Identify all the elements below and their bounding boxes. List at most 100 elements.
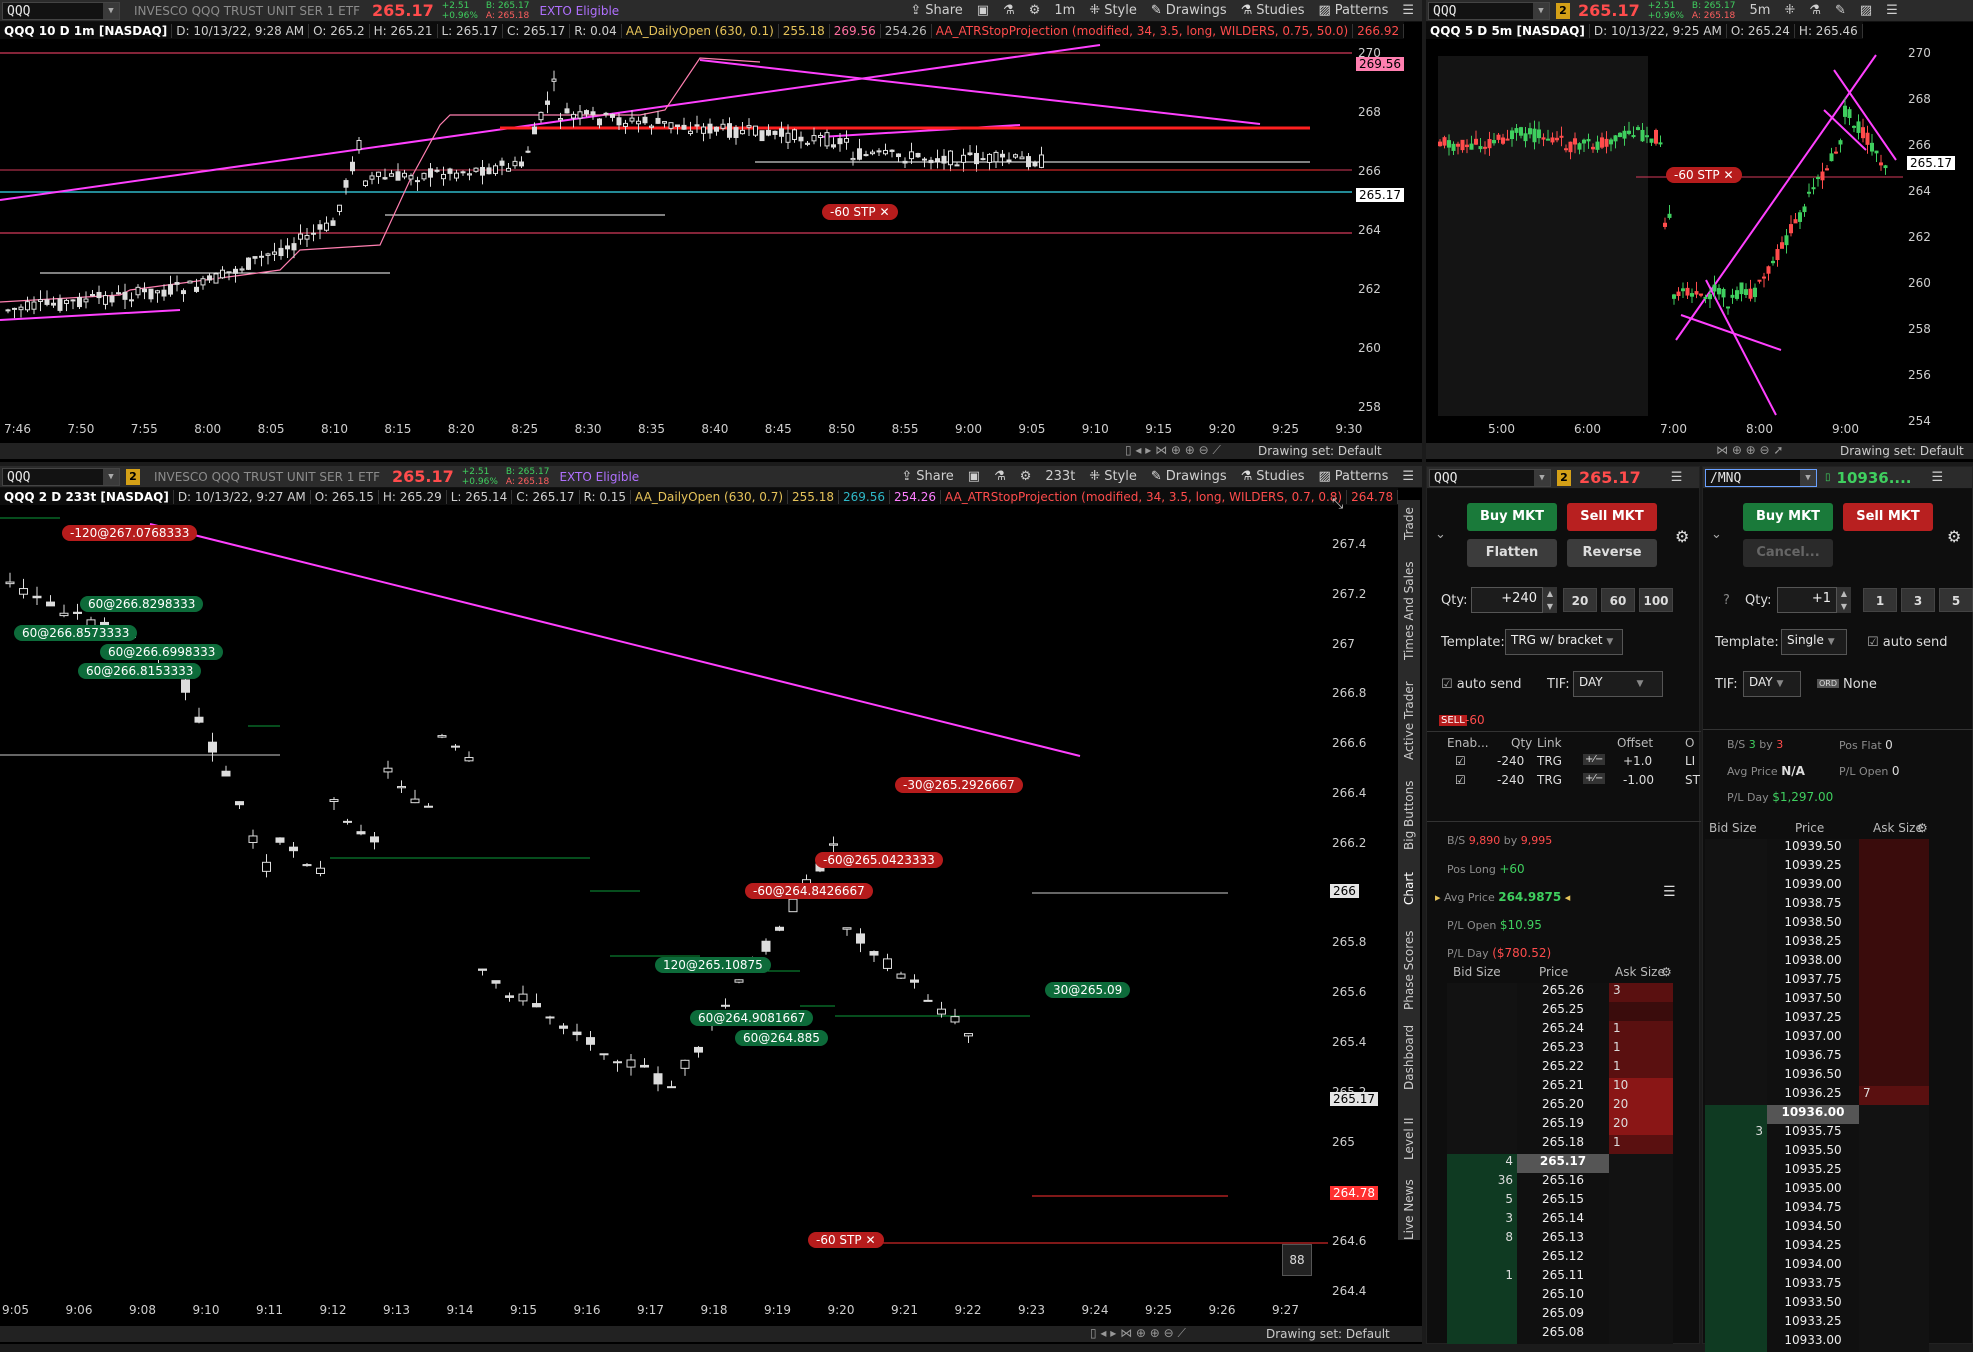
ask-size-cell[interactable] bbox=[1859, 1143, 1929, 1162]
bid-size-cell[interactable] bbox=[1705, 1105, 1767, 1124]
ladder-row[interactable]: 265.10 bbox=[1447, 1287, 1673, 1306]
drawings-button[interactable]: ✎ Drawings bbox=[1151, 3, 1227, 18]
ladder-row[interactable]: 265.08 bbox=[1447, 1325, 1673, 1344]
qty-field[interactable]: +1 bbox=[1777, 587, 1837, 613]
price-cell[interactable]: 10934.75 bbox=[1767, 1200, 1859, 1219]
chart-1m-plot[interactable] bbox=[0, 40, 1352, 420]
price-cell[interactable]: 265.25 bbox=[1517, 1002, 1609, 1021]
ask-size-cell[interactable] bbox=[1859, 1162, 1929, 1181]
qty-preset-button[interactable]: 100 bbox=[1639, 588, 1673, 612]
checkbox-checked-icon[interactable]: ☑ bbox=[1455, 773, 1466, 787]
ladder-row[interactable]: 10936.00 bbox=[1705, 1105, 1929, 1124]
price-cell[interactable]: 265.11 bbox=[1517, 1268, 1609, 1287]
ladder-row[interactable]: 4 265.17 bbox=[1447, 1154, 1673, 1173]
ladder-row[interactable]: 3 265.14 bbox=[1447, 1211, 1673, 1230]
price-cell[interactable]: 265.19 bbox=[1517, 1116, 1609, 1135]
price-cell[interactable]: 10938.75 bbox=[1767, 896, 1859, 915]
ask-size-cell[interactable] bbox=[1609, 1173, 1673, 1192]
gear-icon[interactable]: ⚙ bbox=[1029, 3, 1041, 18]
ask-size-cell[interactable] bbox=[1859, 972, 1929, 991]
bid-size-cell[interactable] bbox=[1705, 934, 1767, 953]
interval-button[interactable]: 1m bbox=[1054, 3, 1075, 18]
symbol-selector[interactable]: QQQ ▼ bbox=[1428, 1, 1550, 20]
ask-size-cell[interactable] bbox=[1609, 1306, 1673, 1325]
ladder-row[interactable]: 10938.50 bbox=[1705, 915, 1929, 934]
order-qty[interactable]: -240 bbox=[1497, 773, 1524, 787]
menu-icon[interactable]: ☰ bbox=[1932, 470, 1944, 485]
fill-marker[interactable]: 60@264.885 bbox=[735, 1030, 828, 1046]
bid-size-cell[interactable] bbox=[1705, 991, 1767, 1010]
bid-size-cell[interactable] bbox=[1447, 1059, 1517, 1078]
ladder-row[interactable]: 10937.75 bbox=[1705, 972, 1929, 991]
tif-select[interactable]: DAY ▼ bbox=[1743, 671, 1801, 697]
price-cell[interactable]: 10936.00 bbox=[1767, 1105, 1859, 1124]
ask-size-cell[interactable] bbox=[1859, 1124, 1929, 1143]
patterns-button[interactable]: ▨ Patterns bbox=[1319, 469, 1389, 484]
ask-size-cell[interactable] bbox=[1859, 1067, 1929, 1086]
price-cell[interactable]: 10934.50 bbox=[1767, 1219, 1859, 1238]
price-cell[interactable]: 10933.50 bbox=[1767, 1295, 1859, 1314]
price-cell[interactable]: 10937.00 bbox=[1767, 1029, 1859, 1048]
fill-marker[interactable]: 60@264.9081667 bbox=[690, 1010, 814, 1026]
flask-icon[interactable]: ⚗ bbox=[994, 469, 1006, 484]
close-icon[interactable]: ✕ bbox=[879, 205, 889, 219]
qty-stepper[interactable]: ▲ ▼ bbox=[1837, 587, 1851, 613]
ask-size-cell[interactable] bbox=[1859, 858, 1929, 877]
chevron-down-icon[interactable]: ▼ bbox=[103, 468, 119, 485]
price-cell[interactable]: 10933.75 bbox=[1767, 1276, 1859, 1295]
patterns-icon[interactable]: ▨ bbox=[1860, 3, 1872, 18]
gear-icon[interactable]: ⚙ bbox=[1661, 965, 1672, 979]
qty-preset-button[interactable]: 3 bbox=[1901, 588, 1935, 612]
bid-size-cell[interactable] bbox=[1705, 1067, 1767, 1086]
auto-send-checkbox[interactable]: ☑ auto send bbox=[1441, 677, 1521, 692]
bid-size-cell[interactable] bbox=[1705, 839, 1767, 858]
ask-size-cell[interactable] bbox=[1859, 1238, 1929, 1257]
buy-mkt-button[interactable]: Buy MKT bbox=[1467, 503, 1557, 531]
symbol-selector[interactable]: QQQ ▼ bbox=[2, 467, 120, 486]
bid-size-cell[interactable] bbox=[1705, 896, 1767, 915]
price-cell[interactable]: 10936.25 bbox=[1767, 1086, 1859, 1105]
bid-size-cell[interactable] bbox=[1705, 1295, 1767, 1314]
price-cell[interactable]: 265.18 bbox=[1517, 1135, 1609, 1154]
style-icon[interactable]: ⁜ bbox=[1784, 3, 1795, 18]
style-button[interactable]: ⁜ Style bbox=[1089, 3, 1137, 18]
ladder-row[interactable]: 10937.25 bbox=[1705, 1010, 1929, 1029]
studies-button[interactable]: ⚗ Studies bbox=[1241, 469, 1305, 484]
ladder-row[interactable]: 10938.75 bbox=[1705, 896, 1929, 915]
fill-marker[interactable]: -120@267.0768333 bbox=[62, 525, 198, 541]
chevron-down-icon[interactable]: ▼ bbox=[1800, 469, 1816, 486]
auto-send-checkbox[interactable]: ☑ auto send bbox=[1867, 635, 1947, 650]
ask-size-cell[interactable] bbox=[1859, 1105, 1929, 1124]
ask-size-cell[interactable] bbox=[1859, 1181, 1929, 1200]
side-tab[interactable]: Chart bbox=[1402, 872, 1416, 905]
ladder-row[interactable]: 10937.00 bbox=[1705, 1029, 1929, 1048]
drawing-set-label[interactable]: Drawing set: Default bbox=[1258, 444, 1382, 458]
bid-size-cell[interactable] bbox=[1447, 1249, 1517, 1268]
gear-icon[interactable]: ⚙ bbox=[1675, 527, 1689, 546]
price-cell[interactable]: 10939.50 bbox=[1767, 839, 1859, 858]
ladder-row[interactable]: 265.09 bbox=[1447, 1306, 1673, 1325]
price-cell[interactable]: 10934.25 bbox=[1767, 1238, 1859, 1257]
menu-icon[interactable]: ☰ bbox=[1402, 469, 1414, 484]
qty-preset-button[interactable]: 1 bbox=[1863, 588, 1897, 612]
chart-5m-plot[interactable] bbox=[1426, 40, 1903, 420]
interval-button[interactable]: 233t bbox=[1045, 469, 1075, 484]
bid-size-cell[interactable] bbox=[1447, 1021, 1517, 1040]
menu-icon[interactable]: ☰ bbox=[1671, 470, 1683, 485]
bid-size-cell[interactable] bbox=[1705, 1143, 1767, 1162]
price-cell[interactable]: 10939.25 bbox=[1767, 858, 1859, 877]
ask-size-cell[interactable]: 20 bbox=[1609, 1116, 1673, 1135]
gear-icon[interactable]: ⚙ bbox=[1917, 821, 1928, 835]
ladder-row[interactable]: 10936.75 bbox=[1705, 1048, 1929, 1067]
ladder-row[interactable]: 265.22 1 bbox=[1447, 1059, 1673, 1078]
price-cell[interactable]: 10937.50 bbox=[1767, 991, 1859, 1010]
ladder-row[interactable]: 10935.25 bbox=[1705, 1162, 1929, 1181]
bid-size-cell[interactable]: 8 bbox=[1447, 1230, 1517, 1249]
price-cell[interactable]: 10938.50 bbox=[1767, 915, 1859, 934]
price-cell[interactable]: 265.16 bbox=[1517, 1173, 1609, 1192]
fill-marker[interactable]: 30@265.09 bbox=[1045, 982, 1131, 998]
ask-size-cell[interactable] bbox=[1859, 991, 1929, 1010]
drawing-set-label[interactable]: Drawing set: Default bbox=[1266, 1327, 1390, 1341]
side-tab[interactable]: Phase Scores bbox=[1402, 930, 1416, 1010]
bid-size-cell[interactable] bbox=[1705, 972, 1767, 991]
